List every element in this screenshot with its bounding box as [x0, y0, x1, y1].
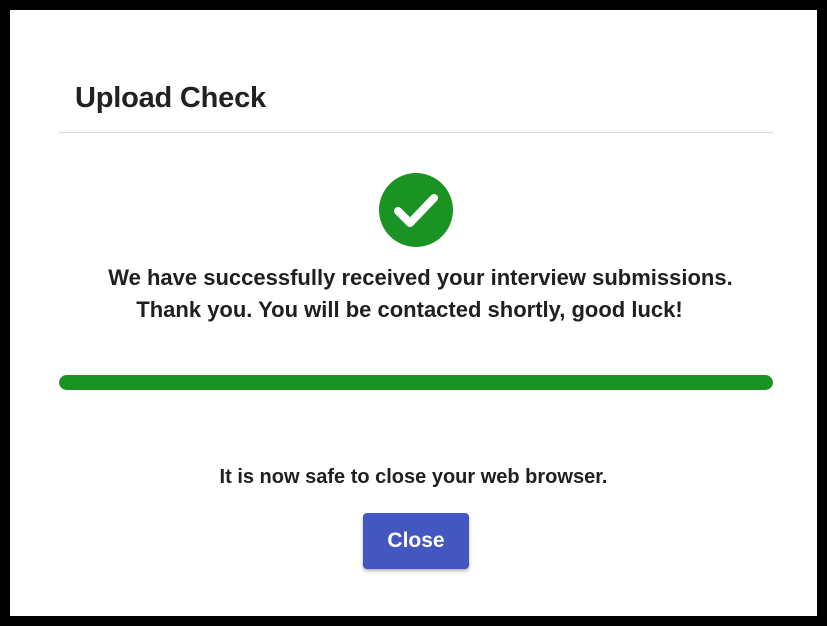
upload-progress-fill	[59, 375, 773, 390]
safe-to-close-text: It is now safe to close your web browser…	[219, 466, 608, 488]
title-divider	[59, 132, 773, 133]
upload-progress-bar	[59, 375, 773, 390]
success-message-line-2: Thank you. You will be contacted shortly…	[136, 297, 683, 322]
dialog-title: Upload Check	[75, 82, 266, 114]
success-message-line-1: We have successfully received your inter…	[108, 265, 733, 290]
upload-check-dialog: Upload Check We have successfully receiv…	[10, 10, 817, 616]
check-circle-icon	[379, 173, 453, 247]
close-button[interactable]: Close	[363, 513, 469, 569]
